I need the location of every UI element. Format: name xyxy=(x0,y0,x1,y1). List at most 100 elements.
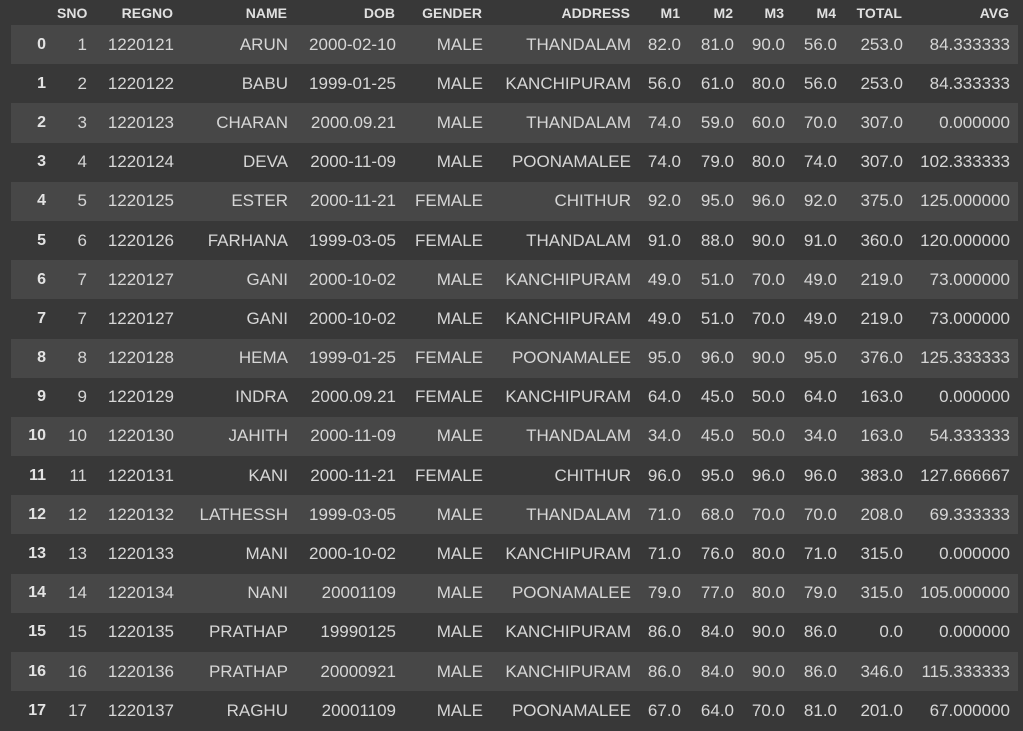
cell-total: 307.0 xyxy=(860,112,903,132)
cell-name: ARUN xyxy=(239,34,288,54)
cell-dob: 2000-10-02 xyxy=(309,544,396,564)
column-header-total: TOTAL xyxy=(856,4,902,21)
cell-m4: 96.0 xyxy=(803,465,837,485)
table-row: 17 17 1220137 RAGHU 20001109 MALE POONAMALEE 67… xyxy=(11,691,1018,731)
cell-total: 219.0 xyxy=(860,308,903,328)
cell-gender: MALE xyxy=(436,34,483,54)
cell-m1: 49.0 xyxy=(647,269,681,289)
cell-gender: MALE xyxy=(436,504,483,524)
cell-avg: 115.333333 xyxy=(921,661,1010,681)
cell-gender: MALE xyxy=(436,426,483,446)
notebook-output-area: SNO REGNO NAME DOB GENDER ADDRESS M1 M2 M3 M4 TOTA… xyxy=(0,0,1023,731)
cell-m1: 74.0 xyxy=(647,152,681,172)
cell-gender: MALE xyxy=(436,544,483,564)
cell-m2: 95.0 xyxy=(700,465,734,485)
cell-dob: 2000-10-02 xyxy=(309,308,396,328)
cell-avg: 125.000000 xyxy=(920,191,1010,211)
cell-dob: 1999-03-05 xyxy=(309,504,396,524)
row-index: 0 xyxy=(37,35,46,53)
cell-name: INDRA xyxy=(235,387,288,407)
cell-m1: 86.0 xyxy=(647,622,681,642)
row-index: 15 xyxy=(28,623,46,641)
cell-avg: 0.000000 xyxy=(939,387,1010,407)
cell-sno: 1 xyxy=(77,34,87,54)
cell-m3: 80.0 xyxy=(751,544,785,564)
cell-avg: 54.333333 xyxy=(929,426,1010,446)
table-row: 0 1 1220121 ARUN 2000-02-10 MALE THANDALAM 82.0… xyxy=(11,25,1018,65)
cell-name: BABU xyxy=(241,73,288,93)
cell-gender: MALE xyxy=(436,269,483,289)
cell-sno: 11 xyxy=(69,465,87,485)
cell-total: 0.0 xyxy=(879,622,903,642)
table-row: 4 5 1220125 ESTER 2000-11-21 FEMALE CHITHUR 92.… xyxy=(11,181,1018,221)
column-header-m1: M1 xyxy=(660,4,680,21)
column-header-regno: REGNO xyxy=(121,4,173,21)
row-index: 12 xyxy=(28,505,46,523)
cell-sno: 10 xyxy=(68,426,87,446)
cell-sno: 12 xyxy=(68,504,87,524)
cell-m2: 45.0 xyxy=(700,426,734,446)
header-row: SNO REGNO NAME DOB GENDER ADDRESS M1 M2 M3 M4 TOTA… xyxy=(11,0,1018,25)
column-header-m3: M3 xyxy=(764,4,784,21)
row-index: 10 xyxy=(28,427,46,445)
cell-m1: 74.0 xyxy=(647,112,681,132)
cell-m4: 70.0 xyxy=(803,504,837,524)
cell-address: THANDALAM xyxy=(526,230,631,250)
cell-sno: 13 xyxy=(68,544,87,564)
cell-dob: 1999-01-25 xyxy=(309,73,396,93)
cell-m4: 91.0 xyxy=(803,230,837,250)
cell-m3: 96.0 xyxy=(751,465,785,485)
cell-address: KANCHIPURAM xyxy=(505,387,631,407)
cell-regno: 1220134 xyxy=(107,583,174,603)
cell-address: POONAMALEE xyxy=(511,583,631,603)
cell-m2: 95.0 xyxy=(700,191,734,211)
cell-address: POONAMALEE xyxy=(511,700,631,720)
cell-m4: 79.0 xyxy=(803,583,837,603)
table-body: 0 1 1220121 ARUN 2000-02-10 MALE THANDALAM 82.0… xyxy=(11,25,1018,731)
cell-avg: 67.000000 xyxy=(929,700,1010,720)
cell-sno: 8 xyxy=(77,348,87,368)
column-header-name: NAME xyxy=(245,4,287,21)
cell-regno: 1220124 xyxy=(107,152,174,172)
cell-m2: 76.0 xyxy=(700,544,734,564)
cell-name: FARHANA xyxy=(207,230,288,250)
cell-avg: 125.333333 xyxy=(920,348,1010,368)
row-index: 9 xyxy=(37,388,46,406)
cell-avg: 69.333333 xyxy=(929,504,1010,524)
cell-dob: 2000-02-10 xyxy=(309,34,396,54)
cell-m3: 70.0 xyxy=(751,308,785,328)
cell-dob: 2000-11-09 xyxy=(310,152,396,172)
cell-name: GANI xyxy=(246,269,288,289)
cell-name: GANI xyxy=(246,308,288,328)
column-header-m2: M2 xyxy=(713,4,733,21)
cell-regno: 1220135 xyxy=(107,622,174,642)
cell-sno: 15 xyxy=(68,622,87,642)
cell-total: 253.0 xyxy=(860,34,903,54)
cell-dob: 1999-01-25 xyxy=(309,348,396,368)
cell-total: 375.0 xyxy=(860,191,903,211)
cell-regno: 1220131 xyxy=(107,465,174,485)
cell-address: POONAMALEE xyxy=(511,348,631,368)
cell-gender: MALE xyxy=(436,112,483,132)
cell-name: JAHITH xyxy=(228,426,289,446)
cell-m1: 67.0 xyxy=(647,700,681,720)
cell-m1: 96.0 xyxy=(647,465,681,485)
table-row: 15 15 1220135 PRATHAP 19990125 MALE KANCHIPURA… xyxy=(11,612,1018,652)
cell-dob: 20000921 xyxy=(320,661,396,681)
cell-address: KANCHIPURAM xyxy=(505,544,631,564)
cell-total: 315.0 xyxy=(860,544,903,564)
column-header-m4: M4 xyxy=(816,4,836,21)
cell-gender: FEMALE xyxy=(414,465,483,485)
cell-avg: 127.666667 xyxy=(920,465,1010,485)
cell-sno: 16 xyxy=(68,661,87,681)
cell-dob: 2000-10-02 xyxy=(309,269,396,289)
cell-m1: 92.0 xyxy=(647,191,681,211)
cell-m1: 95.0 xyxy=(647,348,681,368)
cell-m2: 81.0 xyxy=(700,34,734,54)
cell-gender: MALE xyxy=(436,700,483,720)
cell-m4: 81.0 xyxy=(803,700,837,720)
cell-dob: 19990125 xyxy=(320,622,396,642)
cell-sno: 5 xyxy=(77,191,87,211)
cell-regno: 1220121 xyxy=(107,34,174,54)
table-row: 12 12 1220132 LATHESSH 1999-03-05 MALE THANDAL… xyxy=(11,495,1018,535)
